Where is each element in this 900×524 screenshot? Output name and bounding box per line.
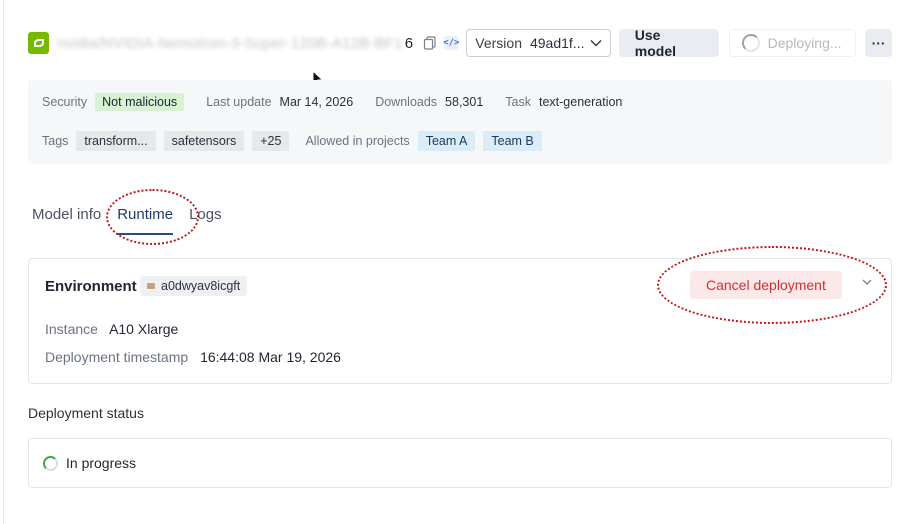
left-frame-border <box>3 0 4 524</box>
environment-icon <box>147 283 155 289</box>
chevron-down-icon <box>590 39 602 47</box>
downloads-label: Downloads <box>375 95 438 109</box>
use-model-button[interactable]: Use model <box>618 27 719 59</box>
code-icon[interactable]: </> <box>443 36 459 50</box>
meta-row-primary: Security Not malicious Last update Mar 1… <box>42 93 644 111</box>
task-value: text-generation <box>538 95 623 109</box>
downloads-value: 58,301 <box>445 95 484 109</box>
security-badge: Not malicious <box>95 93 185 111</box>
project-chip[interactable]: Team A <box>417 131 476 151</box>
instance-value: A10 Xlarge <box>109 321 179 337</box>
tag-chip[interactable]: transform... <box>76 131 156 151</box>
deployment-status-value: In progress <box>66 455 137 471</box>
nvidia-logo-icon <box>28 32 50 54</box>
timestamp-value: 16:44:08 Mar 19, 2026 <box>200 349 341 365</box>
environment-title: Environment <box>45 278 137 295</box>
progress-spinner-icon <box>43 455 58 471</box>
deployment-status-card: In progress <box>28 438 892 488</box>
version-select[interactable]: Version 49ad1f... <box>466 29 611 57</box>
tags-label: Tags <box>42 134 69 148</box>
last-update-label: Last update <box>206 95 272 109</box>
allowed-projects-label: Allowed in projects <box>305 134 410 148</box>
annotation-circle-cancel <box>657 246 887 324</box>
last-update-value: Mar 14, 2026 <box>279 95 354 109</box>
deployment-status-title: Deployment status <box>28 405 144 421</box>
environment-id: a0dwyav8icgft <box>161 279 241 293</box>
tag-chip[interactable]: safetensors <box>163 131 245 151</box>
version-label: Version <box>475 35 522 51</box>
meta-row-tags: Tags transform... safetensors +25 Allowe… <box>42 131 550 151</box>
more-options-button[interactable]: ··· <box>865 29 892 57</box>
instance-row: Instance A10 Xlarge <box>45 321 178 337</box>
annotation-circle-runtime <box>106 189 199 245</box>
tab-model-info[interactable]: Model info <box>32 206 101 235</box>
model-name-tail: 6 <box>404 34 414 52</box>
timestamp-row: Deployment timestamp 16:44:08 Mar 19, 20… <box>45 349 341 365</box>
version-value: 49ad1f... <box>529 35 585 51</box>
environment-id-chip: a0dwyav8icgft <box>140 276 248 296</box>
instance-label: Instance <box>45 321 98 337</box>
model-header: nvidia/NVIDIA-Nemotron-3-Super-120B-A12B… <box>28 27 892 59</box>
security-label: Security <box>42 95 88 109</box>
model-meta-panel: Security Not malicious Last update Mar 1… <box>28 80 892 164</box>
copy-icon[interactable] <box>421 34 438 52</box>
timestamp-label: Deployment timestamp <box>45 349 189 365</box>
more-tags-chip[interactable]: +25 <box>252 131 290 151</box>
project-chip[interactable]: Team B <box>483 131 542 151</box>
loading-spinner-icon <box>741 34 760 52</box>
task-label: Task <box>505 95 531 109</box>
deploying-label: Deploying... <box>767 35 842 51</box>
model-name-blurred: nvidia/NVIDIA-Nemotron-3-Super-120B-A12B… <box>57 34 403 52</box>
deploying-button[interactable]: Deploying... <box>728 29 857 57</box>
